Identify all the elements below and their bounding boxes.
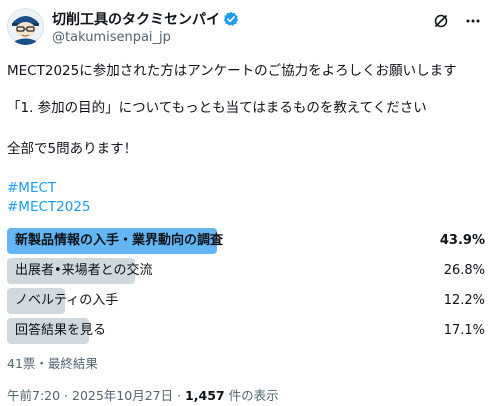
poll-option-label: 回答結果を見る: [15, 323, 107, 338]
tweet-top-actions: [432, 12, 482, 30]
hashtag-link[interactable]: #MECT: [7, 180, 56, 196]
grok-icon[interactable]: [432, 12, 450, 30]
tweet-text-line-2: 「1. 参加の目的」についてもっとも当てはまるものを教えてください: [7, 100, 427, 116]
author-name-line: 切削工具のタクミセンパイ: [52, 9, 239, 29]
character-avatar-icon: [7, 8, 44, 45]
tweet-card: 切削工具のタクミセンパイ @takumisenpai_jp MECT2025に参…: [0, 0, 492, 406]
poll-option-percent: 17.1%: [443, 323, 485, 338]
poll-option-percent: 12.2%: [443, 293, 485, 308]
poll-option-label: 出展者•来場者との交流: [15, 263, 153, 278]
tweet-text-line-1: MECT2025に参加された方はアンケートのご協力をよろしくお願いします: [7, 63, 457, 79]
poll-option-percent: 26.8%: [443, 263, 485, 278]
author-display-name[interactable]: 切削工具のタクミセンパイ: [52, 9, 220, 29]
views-count: 1,457: [185, 388, 225, 403]
poll-option-label: ノベルティの入手: [15, 293, 119, 308]
tweet-text-line-3: 全部で5問あります！: [7, 141, 138, 157]
poll-option: 回答結果を見る 17.1%: [7, 318, 485, 344]
tweet-time-date[interactable]: 午前7:20 · 2025年10月27日 ·: [7, 388, 185, 403]
poll-option: ノベルティの入手 12.2%: [7, 288, 485, 314]
poll-option-label: 新製品情報の入手・業界動向の調査: [15, 233, 224, 248]
hashtag-link[interactable]: #MECT2025: [7, 199, 91, 215]
views-suffix: 件の表示: [224, 388, 279, 403]
poll-option-percent: 43.9%: [439, 233, 485, 248]
more-options-icon[interactable]: [464, 12, 482, 30]
poll-meta: 41票・最終結果: [7, 356, 98, 371]
verified-badge-icon: [223, 11, 239, 27]
poll-option: 新製品情報の入手・業界動向の調査 43.9%: [7, 228, 485, 254]
author-handle[interactable]: @takumisenpai_jp: [52, 30, 171, 45]
tweet-timestamp-line: 午前7:20 · 2025年10月27日 · 1,457 件の表示: [7, 385, 279, 404]
avatar[interactable]: [7, 8, 44, 45]
poll: 新製品情報の入手・業界動向の調査 43.9% 出展者•来場者との交流 26.8%…: [7, 228, 485, 348]
poll-option: 出展者•来場者との交流 26.8%: [7, 258, 485, 284]
